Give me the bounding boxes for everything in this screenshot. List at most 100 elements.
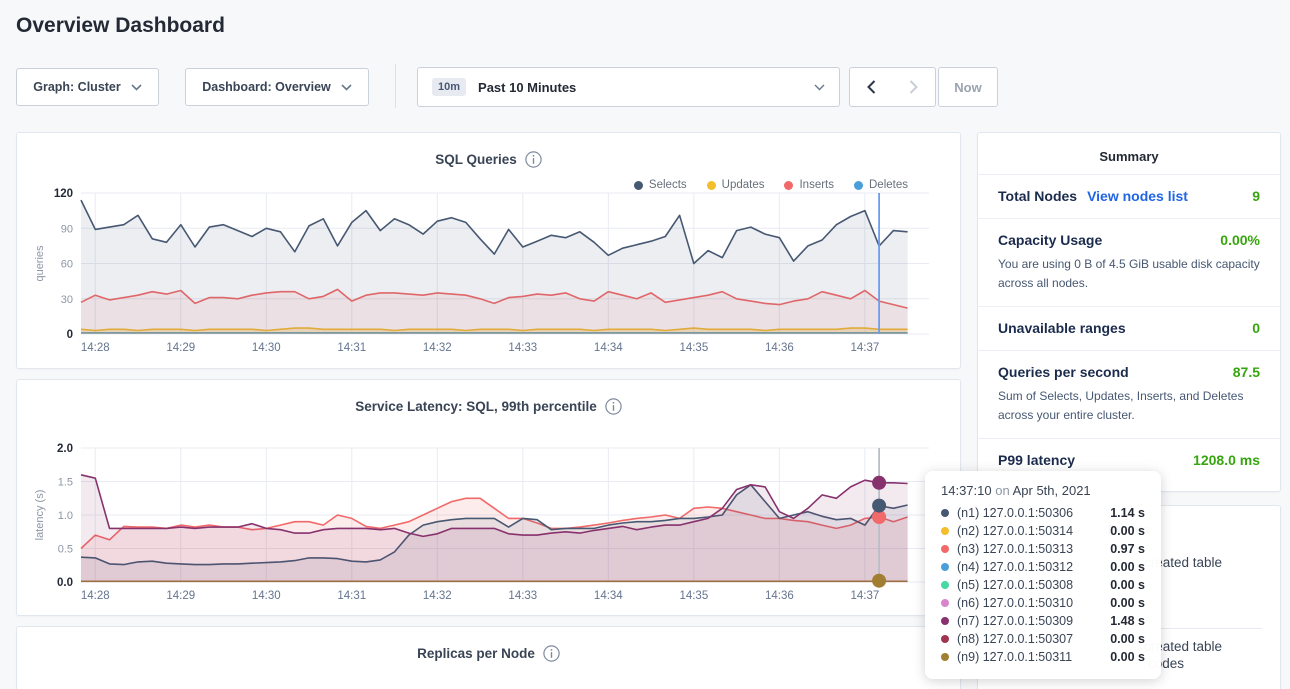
legend-dot (854, 181, 863, 190)
tooltip-row: (n5) 127.0.0.1:503080.00 s (941, 576, 1145, 594)
svg-text:14:28: 14:28 (81, 342, 110, 354)
latency-chart[interactable]: 14:2814:2914:3014:3114:3214:3314:3414:35… (17, 380, 960, 615)
qps-value: 87.5 (1233, 364, 1260, 380)
tooltip-row: (n1) 127.0.0.1:503061.14 s (941, 504, 1145, 522)
summary-total-nodes: Total Nodes View nodes list 9 (978, 174, 1280, 218)
chevron-left-icon (867, 80, 876, 94)
service-latency-card: 14:2814:2914:3014:3114:3214:3314:3414:35… (16, 379, 961, 616)
legend-item: Inserts (784, 179, 834, 191)
chevron-down-icon (341, 84, 352, 91)
chart-title: Replicas per Node (417, 646, 535, 661)
svg-text:14:32: 14:32 (423, 342, 452, 354)
chevron-down-icon (131, 84, 142, 91)
series-dot (941, 527, 949, 535)
summary-panel: Summary Total Nodes View nodes list 9 Ca… (977, 132, 1281, 492)
toolbar-divider (395, 64, 396, 108)
time-range-picker[interactable]: 10m Past 10 Minutes (417, 67, 840, 107)
series-dot (941, 581, 949, 589)
unavailable-ranges-value: 0 (1252, 320, 1260, 336)
svg-text:30: 30 (61, 294, 73, 306)
summary-title: Summary (978, 133, 1280, 174)
legend-item: Updates (707, 179, 765, 191)
svg-text:14:33: 14:33 (508, 342, 537, 354)
svg-text:14:29: 14:29 (166, 590, 195, 602)
svg-text:14:31: 14:31 (337, 590, 366, 602)
svg-text:0: 0 (67, 329, 73, 341)
svg-text:14:36: 14:36 (765, 342, 794, 354)
replicas-card: Replicas per Node (16, 626, 961, 689)
unavailable-ranges-label: Unavailable ranges (998, 320, 1126, 336)
p99-label: P99 latency (998, 452, 1075, 468)
series-dot (941, 599, 949, 607)
legend-dot (634, 181, 643, 190)
series-dot (941, 563, 949, 571)
tooltip-row: (n2) 127.0.0.1:503140.00 s (941, 522, 1145, 540)
svg-text:0.5: 0.5 (58, 544, 73, 556)
svg-text:14:35: 14:35 (679, 342, 708, 354)
summary-qps: Queries per second 87.5 Sum of Selects, … (978, 350, 1280, 438)
p99-value: 1208.0 ms (1193, 452, 1260, 468)
capacity-value: 0.00% (1220, 232, 1260, 248)
total-nodes-value: 9 (1252, 188, 1260, 204)
svg-text:14:30: 14:30 (252, 590, 281, 602)
time-range-badge: 10m (432, 78, 466, 96)
time-prev-button[interactable] (849, 67, 893, 107)
capacity-desc: You are using 0 B of 4.5 GiB usable disk… (998, 255, 1260, 292)
series-dot (941, 509, 949, 517)
chart-title: Service Latency: SQL, 99th percentile (355, 399, 597, 414)
time-range-label: Past 10 Minutes (478, 80, 802, 95)
svg-text:14:31: 14:31 (337, 342, 366, 354)
svg-text:1.0: 1.0 (58, 510, 73, 522)
svg-text:14:32: 14:32 (423, 590, 452, 602)
info-icon[interactable] (525, 151, 542, 168)
summary-capacity: Capacity Usage 0.00% You are using 0 B o… (978, 218, 1280, 306)
svg-text:60: 60 (61, 259, 73, 271)
qps-label: Queries per second (998, 364, 1129, 380)
series-dot (941, 545, 949, 553)
svg-text:1.5: 1.5 (58, 477, 73, 489)
svg-text:120: 120 (54, 188, 73, 200)
chart-legend: Selects Updates Inserts Deletes (634, 179, 908, 191)
now-button-label: Now (954, 80, 981, 95)
page-title: Overview Dashboard (16, 14, 225, 38)
series-dot (941, 653, 949, 661)
dashboard-dropdown[interactable]: Dashboard: Overview (185, 68, 369, 106)
legend-item: Selects (634, 179, 687, 191)
legend-dot (784, 181, 793, 190)
view-nodes-list-link[interactable]: View nodes list (1087, 188, 1188, 204)
summary-unavailable-ranges: Unavailable ranges 0 (978, 306, 1280, 350)
chevron-down-icon (814, 84, 825, 91)
info-icon[interactable] (543, 645, 560, 662)
svg-text:14:28: 14:28 (81, 590, 110, 602)
series-dot (941, 617, 949, 625)
svg-text:14:36: 14:36 (765, 590, 794, 602)
svg-text:90: 90 (61, 223, 73, 235)
svg-text:2.0: 2.0 (57, 443, 73, 455)
tooltip-row: (n6) 127.0.0.1:503100.00 s (941, 594, 1145, 612)
chart-title: SQL Queries (435, 152, 517, 167)
svg-text:14:33: 14:33 (508, 590, 537, 602)
tooltip-row: (n7) 127.0.0.1:503091.48 s (941, 612, 1145, 630)
graph-dropdown[interactable]: Graph: Cluster (16, 68, 159, 106)
sql-queries-card: 14:2814:2914:3014:3114:3214:3314:3414:35… (16, 132, 961, 369)
svg-text:14:29: 14:29 (166, 342, 195, 354)
tooltip-row: (n4) 127.0.0.1:503120.00 s (941, 558, 1145, 576)
svg-text:14:34: 14:34 (594, 590, 623, 602)
info-icon[interactable] (605, 398, 622, 415)
tooltip-row: (n3) 127.0.0.1:503130.97 s (941, 540, 1145, 558)
time-next-button[interactable] (892, 67, 936, 107)
legend-item: Deletes (854, 179, 908, 191)
svg-text:queries: queries (34, 245, 46, 282)
capacity-label: Capacity Usage (998, 232, 1102, 248)
svg-text:14:37: 14:37 (850, 590, 879, 602)
dashboard-dropdown-label: Dashboard: Overview (202, 80, 331, 94)
total-nodes-label: Total Nodes (998, 188, 1077, 204)
now-button[interactable]: Now (938, 67, 998, 107)
tooltip-rows: (n1) 127.0.0.1:503061.14 s(n2) 127.0.0.1… (941, 504, 1145, 666)
tooltip-row: (n8) 127.0.0.1:503070.00 s (941, 630, 1145, 648)
series-dot (941, 635, 949, 643)
sql-queries-chart[interactable]: 14:2814:2914:3014:3114:3214:3314:3414:35… (17, 133, 960, 368)
graph-dropdown-label: Graph: Cluster (33, 80, 121, 94)
tooltip-row: (n9) 127.0.0.1:503110.00 s (941, 648, 1145, 666)
svg-text:14:30: 14:30 (252, 342, 281, 354)
